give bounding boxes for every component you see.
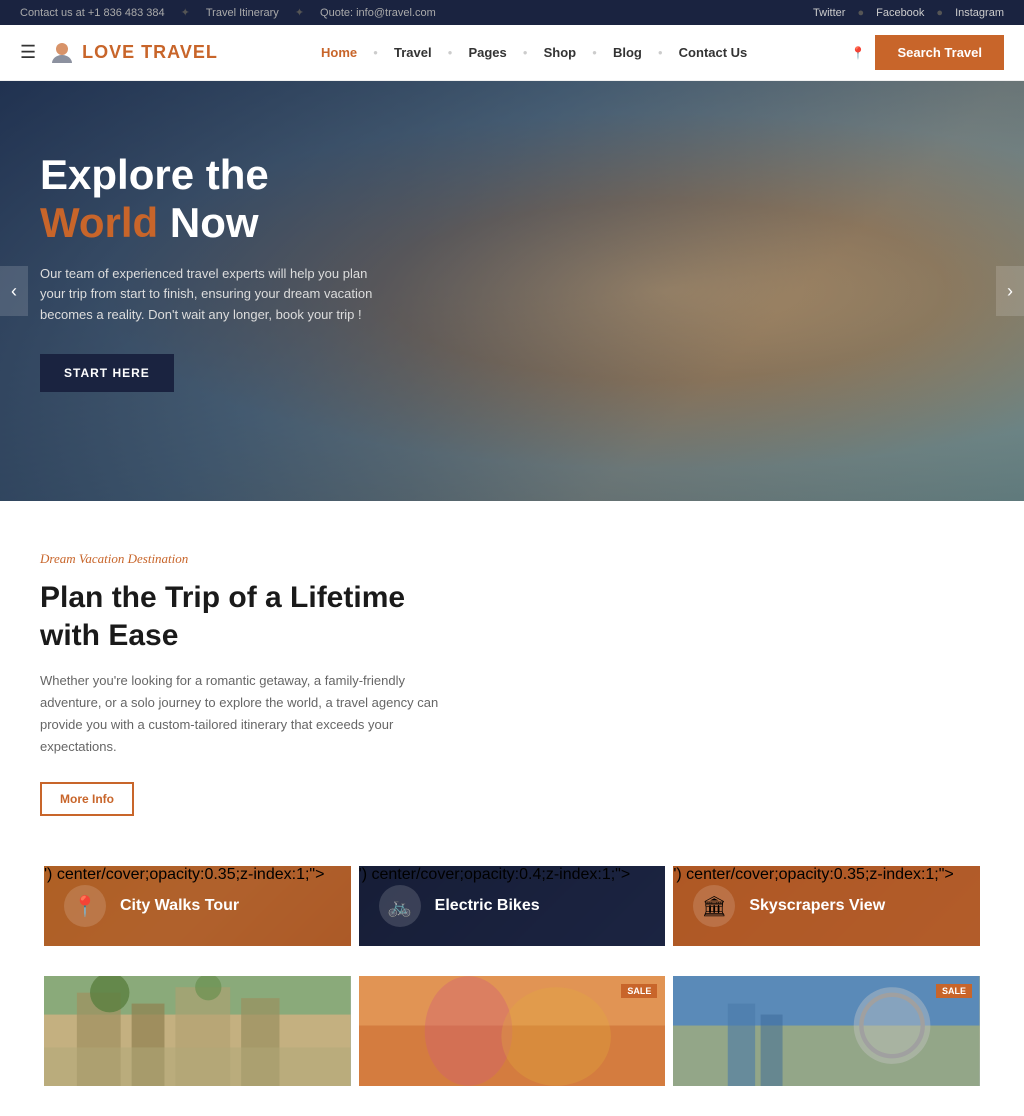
hero-prev-arrow[interactable]: ‹ xyxy=(0,266,28,316)
dot-2: ● xyxy=(936,7,943,19)
facebook-link[interactable]: Facebook xyxy=(876,7,924,19)
nav-item-contact[interactable]: Contact Us xyxy=(669,37,758,68)
city-walks-label: City Walks Tour xyxy=(120,897,239,915)
hero-content: Explore the World Now Our team of experi… xyxy=(0,81,420,462)
travel-itinerary-link[interactable]: Travel Itinerary xyxy=(206,7,279,19)
nav-item-home[interactable]: Home xyxy=(311,37,367,68)
separator-2: ✦ xyxy=(295,6,304,19)
tour-card-skyscrapers[interactable]: ') center/cover;opacity:0.35;z-index:1;"… xyxy=(673,866,980,946)
skyscrapers-label: Skyscrapers View xyxy=(749,897,885,915)
photo-card-3[interactable]: SALE xyxy=(673,976,980,1086)
sale-badge-2: SALE xyxy=(621,984,657,998)
instagram-link[interactable]: Instagram xyxy=(955,7,1004,19)
dream-section-description: Whether you're looking for a romantic ge… xyxy=(40,670,460,758)
photo-card-3-bg xyxy=(673,976,980,1086)
tour-card-electric-bikes[interactable]: ') center/cover;opacity:0.4;z-index:1;">… xyxy=(359,866,666,946)
hero-title: Explore the World Now xyxy=(40,151,380,248)
electric-bikes-icon: 🚲 xyxy=(379,885,421,927)
tour-card-electric-bikes-content: 🚲 Electric Bikes xyxy=(379,885,646,927)
dream-section-title: Plan the Trip of a Lifetime with Ease xyxy=(40,579,420,654)
header-left: ☰ LOVE TRAVEL xyxy=(20,39,218,67)
city-walks-icon: 📍 xyxy=(64,885,106,927)
header-right: 📍 Search Travel xyxy=(850,35,1004,70)
main-nav: Home ● Travel ● Pages ● Shop ● Blog ● Co… xyxy=(311,37,757,68)
tour-card-city-walks-content: 📍 City Walks Tour xyxy=(64,885,331,927)
photo-card-2-bg xyxy=(359,976,666,1086)
map-pin-icon: 📍 xyxy=(850,46,865,60)
dream-section-wrapper: Dream Vacation Destination Plan the Trip… xyxy=(0,501,1024,846)
nav-item-pages[interactable]: Pages xyxy=(458,37,516,68)
electric-bikes-label: Electric Bikes xyxy=(435,897,540,915)
dream-section: Dream Vacation Destination Plan the Trip… xyxy=(0,501,1024,846)
dream-section-tag: Dream Vacation Destination xyxy=(40,551,984,567)
more-info-button[interactable]: More Info xyxy=(40,782,134,816)
quote-email: Quote: info@travel.com xyxy=(320,7,436,19)
twitter-link[interactable]: Twitter xyxy=(813,7,845,19)
dot-1: ● xyxy=(857,7,864,19)
photo-cards-section: SALE SALE xyxy=(0,976,1024,1116)
photo-card-1-bg xyxy=(44,976,351,1086)
contact-info: Contact us at +1 836 483 384 xyxy=(20,7,165,19)
logo-text: LOVE TRAVEL xyxy=(82,42,218,63)
nav-item-travel[interactable]: Travel xyxy=(384,37,442,68)
hero-cta-button[interactable]: START HERE xyxy=(40,354,174,392)
photo-card-2[interactable]: SALE xyxy=(359,976,666,1086)
photo-card-1[interactable] xyxy=(44,976,351,1086)
skyscrapers-icon: 🏛 xyxy=(693,885,735,927)
separator-1: ✦ xyxy=(181,6,190,19)
tour-card-city-walks[interactable]: ') center/cover;opacity:0.35;z-index:1;"… xyxy=(44,866,351,946)
hamburger-menu[interactable]: ☰ xyxy=(20,42,36,63)
logo-icon xyxy=(48,39,76,67)
hero-next-arrow[interactable]: › xyxy=(996,266,1024,316)
tour-card-skyscrapers-content: 🏛 Skyscrapers View xyxy=(693,885,960,927)
top-bar: Contact us at +1 836 483 384 ✦ Travel It… xyxy=(0,0,1024,25)
search-travel-button[interactable]: Search Travel xyxy=(875,35,1004,70)
hero-section: Explore the World Now Our team of experi… xyxy=(0,81,1024,501)
logo: LOVE TRAVEL xyxy=(48,39,218,67)
nav-item-blog[interactable]: Blog xyxy=(603,37,652,68)
hero-subtitle: Our team of experienced travel experts w… xyxy=(40,264,380,326)
nav-item-shop[interactable]: Shop xyxy=(534,37,587,68)
header: ☰ LOVE TRAVEL Home ● Travel ● Pages ● Sh… xyxy=(0,25,1024,81)
sale-badge-3: SALE xyxy=(936,984,972,998)
top-bar-left: Contact us at +1 836 483 384 ✦ Travel It… xyxy=(20,6,436,19)
tour-cards-section: ') center/cover;opacity:0.35;z-index:1;"… xyxy=(0,846,1024,976)
location-indicator: 📍 xyxy=(850,46,865,60)
top-bar-right: Twitter ● Facebook ● Instagram xyxy=(813,7,1004,19)
